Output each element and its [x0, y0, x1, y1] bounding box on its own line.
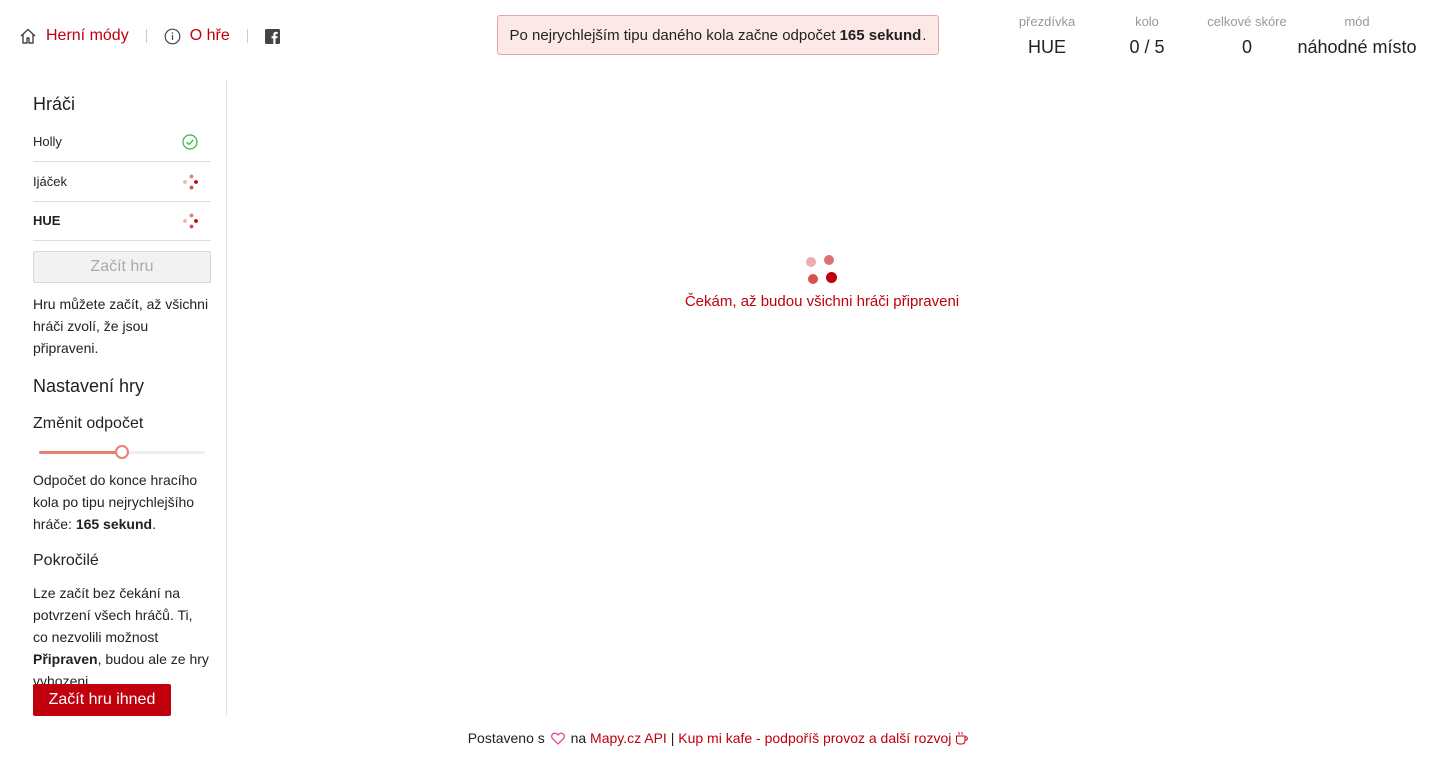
- player-row: HUE: [33, 201, 211, 241]
- loading-dots-icon: [183, 213, 198, 228]
- countdown-desc-value: 165 sekund: [75, 516, 153, 532]
- countdown-banner: Po nejrychlejším tipu daného kola začne …: [497, 15, 939, 55]
- stat-nickname: přezdívka HUE: [997, 13, 1097, 58]
- stat-value: 0 / 5: [1129, 37, 1165, 57]
- info-icon: [164, 28, 181, 44]
- players-title: Hráči: [33, 94, 76, 114]
- start-hint: Hru můžete začít, až všichni hráči zvolí…: [33, 296, 209, 356]
- nav-about-label: O hře: [189, 27, 230, 44]
- facebook-icon[interactable]: [264, 28, 280, 44]
- footer-separator: |: [670, 730, 675, 746]
- advanced-desc-text: Lze začít bez čekání na potvrzení všech …: [33, 585, 193, 645]
- slider-thumb[interactable]: [115, 445, 129, 459]
- banner-seconds: 165 sekund: [839, 26, 922, 44]
- footer-on: na: [570, 730, 587, 746]
- stat-label: kolo: [1135, 14, 1159, 29]
- game-stats: přezdívka HUE kolo 0 / 5 celkové skóre 0…: [997, 13, 1417, 58]
- buy-coffee-link[interactable]: Kup mi kafe - podpoříš provoz a další ro…: [678, 730, 951, 746]
- nav-game-modes[interactable]: Herní módy: [19, 27, 129, 45]
- stat-label: mód: [1344, 14, 1370, 29]
- countdown-title: Změnit odpočet: [33, 415, 144, 432]
- player-name: Ijáček: [33, 174, 67, 189]
- player-row: Holly: [33, 122, 211, 162]
- stat-value: 0: [1241, 37, 1252, 57]
- loading-dots-icon: [183, 174, 198, 189]
- heart-icon: [550, 732, 565, 748]
- advanced-title: Pokročilé: [33, 552, 99, 569]
- slider-fill: [39, 451, 122, 454]
- advanced-desc-bold: Připraven: [33, 651, 98, 667]
- home-icon: [20, 28, 36, 44]
- top-nav: Herní módy O hře: [19, 24, 280, 48]
- stat-mode: mód náhodné místo: [1297, 13, 1417, 58]
- countdown-description: Odpočet do konce hracího kola po tipu ne…: [33, 469, 211, 535]
- coffee-icon: [955, 730, 969, 746]
- settings-title: Nastavení hry: [33, 376, 145, 396]
- nav-about[interactable]: O hře: [164, 27, 230, 45]
- nav-divider: [246, 29, 248, 43]
- stat-round: kolo 0 / 5: [1097, 13, 1197, 58]
- stat-label: přezdívka: [1018, 14, 1076, 29]
- countdown-slider[interactable]: [39, 445, 205, 459]
- stat-value: HUE: [1027, 37, 1066, 57]
- start-now-button[interactable]: Začít hru ihned: [33, 684, 171, 716]
- mapy-api-link[interactable]: Mapy.cz API: [590, 730, 667, 746]
- stat-total-score: celkové skóre 0: [1197, 13, 1297, 58]
- player-name: Holly: [33, 134, 62, 149]
- banner-text: Po nejrychlejším tipu daného kola začne …: [509, 26, 836, 44]
- player-name: HUE: [33, 213, 61, 228]
- nav-game-modes-label: Herní módy: [46, 27, 129, 44]
- banner-suffix: .: [922, 26, 927, 44]
- waiting-message: Čekám, až budou všichni hráči připraveni: [684, 293, 960, 310]
- main-area: Čekám, až budou všichni hráči připraveni: [227, 72, 1437, 716]
- check-circle-icon: [182, 133, 198, 150]
- loading-spinner-icon: [806, 255, 840, 285]
- start-game-button[interactable]: Začít hru: [33, 251, 211, 283]
- footer: Postaveno s na Mapy.cz API | Kup mi kafe…: [0, 730, 1437, 748]
- advanced-description: Lze začít bez čekání na potvrzení všech …: [33, 582, 211, 692]
- stat-label: celkové skóre: [1207, 14, 1287, 29]
- header: Herní módy O hře Po nejrychlejším tipu d…: [0, 0, 1437, 72]
- player-row: Ijáček: [33, 162, 211, 202]
- countdown-desc-suffix: .: [152, 516, 156, 532]
- nav-divider: [145, 29, 147, 43]
- stat-value: náhodné místo: [1297, 37, 1417, 57]
- footer-built-with: Postaveno s: [467, 730, 545, 746]
